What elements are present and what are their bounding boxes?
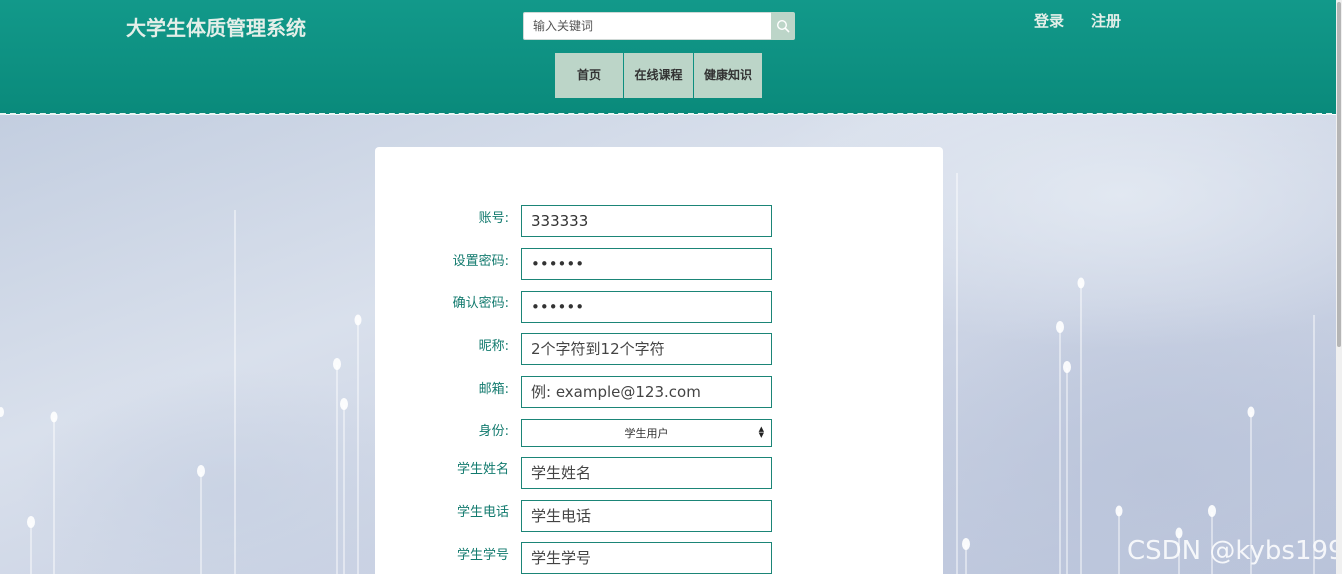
site-title: 大学生体质管理系统 <box>126 16 306 40</box>
nickname-label: 昵称: <box>478 339 509 354</box>
nav-item-home[interactable]: 首页 <box>555 53 623 98</box>
email-label: 邮箱: <box>478 382 509 397</box>
account-input[interactable] <box>521 205 772 237</box>
main-nav: 首页 在线课程 健康知识 <box>555 53 763 98</box>
password-label: 设置密码: <box>452 254 509 269</box>
nickname-input[interactable] <box>521 333 772 365</box>
register-link[interactable]: 注册 <box>1091 10 1121 31</box>
watermark: CSDN @kybs1991 <box>1127 536 1342 566</box>
site-header: 大学生体质管理系统 登录 注册 首页 在线课程 健康知识 <box>0 0 1342 114</box>
confirm-password-label: 确认密码: <box>452 296 509 311</box>
student-name-input[interactable] <box>521 457 772 489</box>
search-input[interactable] <box>523 12 771 40</box>
search-box <box>523 12 795 40</box>
select-arrows-icon: ▲ ▼ <box>758 425 764 439</box>
student-name-label: 学生姓名 <box>456 462 509 477</box>
role-select[interactable]: 学生用户 ▲ ▼ <box>521 419 772 447</box>
role-select-value: 学生用户 <box>624 427 669 440</box>
account-label: 账号: <box>478 211 509 226</box>
search-icon <box>776 19 790 33</box>
scrollbar-thumb[interactable] <box>1337 2 1341 347</box>
email-input[interactable] <box>521 376 772 408</box>
student-phone-input[interactable] <box>521 500 772 532</box>
password-input[interactable] <box>521 248 772 280</box>
student-id-input[interactable] <box>521 542 772 574</box>
role-label: 身份: <box>478 424 509 439</box>
login-link[interactable]: 登录 <box>1034 10 1064 31</box>
nav-item-online-courses[interactable]: 在线课程 <box>624 53 693 98</box>
student-phone-label: 学生电话 <box>456 505 509 520</box>
student-id-label: 学生学号 <box>456 548 509 563</box>
search-button[interactable] <box>771 12 795 40</box>
nav-item-health-knowledge[interactable]: 健康知识 <box>694 53 762 98</box>
confirm-password-input[interactable] <box>521 291 772 323</box>
